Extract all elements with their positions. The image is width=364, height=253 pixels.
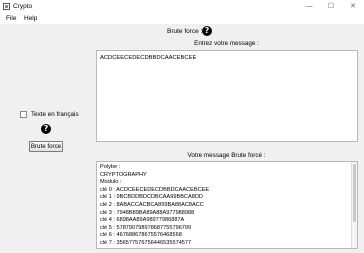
- output-line: Modulo :: [100, 179, 122, 186]
- output-line: clé 5 : 578790798978687755796799: [100, 224, 192, 231]
- output-scrollbar-thumb[interactable]: [353, 164, 356, 222]
- menu-help[interactable]: Help: [24, 15, 37, 22]
- output-line: clé 3 : 7948B89BA89A88A977988988: [100, 209, 195, 216]
- output-panel: Votre message Brute forcé : Polybe : CRY…: [92, 149, 361, 251]
- help-icon[interactable]: ?: [202, 26, 212, 36]
- window-title: Crypto: [13, 3, 33, 10]
- output-line: clé 0 : ACDCEECEDECDBBDCAACEBCEE: [100, 186, 210, 193]
- input-panel: Entrez votre message : ACDCEECEDECDBBDCA…: [92, 38, 361, 142]
- output-lines: Polybe : CRYPTOGRAPHY Modulo : clé 0 : A…: [100, 164, 209, 248]
- output-panel-title: Votre message Brute forcé :: [187, 152, 266, 159]
- output-line: clé 2 : 8ABACCACBCA899BA88AC8ACC: [100, 201, 204, 208]
- french-text-label: Texte en français: [31, 111, 79, 118]
- title-bar: Crypto — ☐ ✕: [0, 0, 364, 13]
- message-text: ACDCEECEDECDBBDCAACEBCEE: [100, 55, 197, 61]
- input-panel-title: Entrez votre message :: [194, 40, 259, 47]
- minimize-button[interactable]: —: [298, 0, 320, 13]
- brute-force-label: Brute force :: [167, 28, 203, 35]
- french-text-checkbox[interactable]: [20, 111, 27, 118]
- help-icon-left[interactable]: ?: [41, 124, 51, 134]
- maximize-button[interactable]: ☐: [320, 0, 342, 13]
- output-line: clé 6 : 467688678675576468568: [100, 232, 182, 239]
- close-button[interactable]: ✕: [342, 0, 364, 13]
- output-scrollbar[interactable]: [351, 162, 357, 248]
- output-line: clé 1 : 9BCBDDBDCDBCAA99BBCA8DD: [100, 194, 203, 201]
- output-line: Polybe :: [100, 164, 121, 170]
- brute-force-button[interactable]: Brute force: [29, 141, 63, 152]
- app-icon: [3, 3, 10, 10]
- output-line: CRYPTOGRAPHY: [100, 171, 147, 178]
- menu-file[interactable]: File: [6, 15, 16, 22]
- message-input[interactable]: ACDCEECEDECDBBDCAACEBCEE: [96, 50, 358, 142]
- output-textarea[interactable]: Polybe : CRYPTOGRAPHY Modulo : clé 0 : A…: [96, 161, 358, 249]
- menu-bar: File Help: [0, 13, 364, 24]
- output-line: clé 4 : 6898AA89A98977986887A: [100, 217, 185, 224]
- output-line: clé 7 : 356577576756446535574577: [100, 239, 192, 246]
